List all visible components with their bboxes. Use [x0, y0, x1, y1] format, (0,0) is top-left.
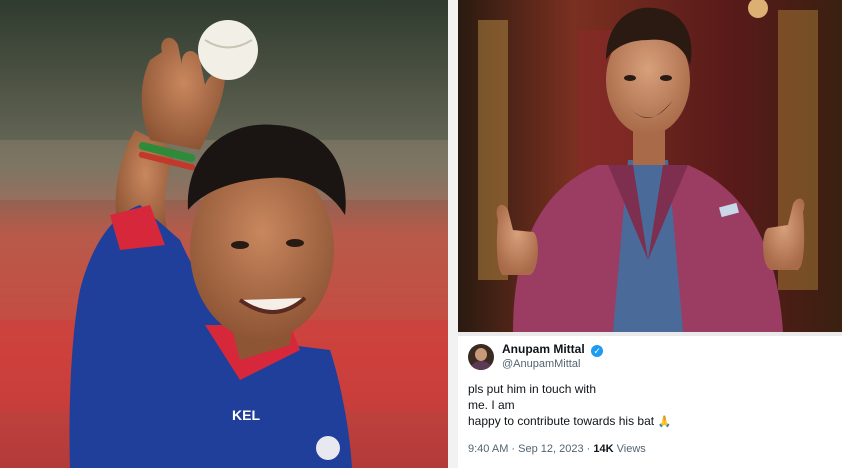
user-handle[interactable]: @AnupamMittal — [502, 357, 603, 371]
cricketer-illustration: KEL — [0, 0, 448, 468]
tweet-line-1: pls put him in touch with — [468, 382, 597, 396]
anupam-mittal-photo — [458, 0, 842, 332]
verified-badge-icon: ✓ — [591, 345, 604, 357]
photo-divider — [448, 0, 458, 468]
tweet-text: pls put him in touch with me. I am happy… — [468, 381, 671, 430]
jersey-logo-text: KEL — [232, 407, 260, 423]
avatar[interactable] — [468, 343, 494, 370]
display-name[interactable]: Anupam Mittal — [502, 342, 585, 356]
presenter-illustration — [458, 0, 842, 332]
cricketer-photo: KEL — [0, 0, 448, 468]
tweet-header: Anupam Mittal ✓ @AnupamMittal — [468, 342, 604, 371]
tweet-card: Anupam Mittal ✓ @AnupamMittal pls put hi… — [458, 336, 842, 468]
tweet-line-2: me. I am — [468, 398, 515, 412]
tweet-time[interactable]: 9:40 AM — [468, 443, 508, 455]
views-count: 14K — [593, 443, 614, 455]
meta-separator: · — [586, 443, 591, 455]
tweet-date[interactable]: Sep 12, 2023 — [518, 443, 583, 455]
tweet-meta: 9:40 AM · Sep 12, 2023 · 14K Views — [468, 443, 646, 455]
folded-hands-icon: 🙏 — [657, 416, 672, 428]
meta-separator: · — [511, 443, 516, 455]
views-label: Views — [616, 443, 646, 455]
tweet-author: Anupam Mittal ✓ @AnupamMittal — [502, 342, 604, 371]
tweet-line-3: happy to contribute towards his bat 🙏 — [468, 414, 672, 428]
